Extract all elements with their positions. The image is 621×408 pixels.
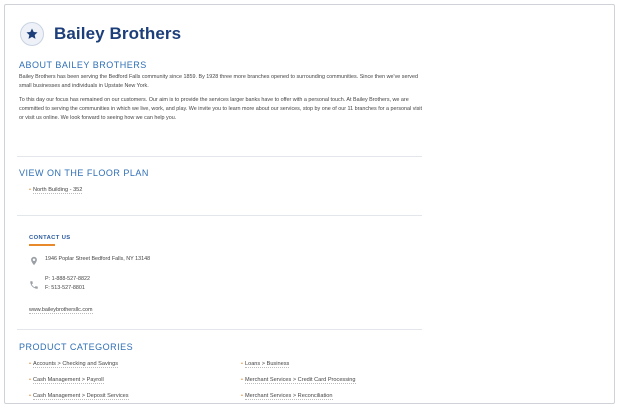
location-pin-icon	[29, 256, 39, 266]
website-link[interactable]: www.baileybrothersllc.com	[29, 307, 93, 314]
contact-title: CONTACT US	[29, 235, 71, 241]
phone-number[interactable]: P: 1-888-527-8822	[45, 275, 90, 284]
divider	[17, 156, 422, 157]
phone-row: P: 1-888-527-8822 F: 513-527-8801	[29, 275, 90, 293]
floor-plan-link[interactable]: • North Building - 352	[29, 186, 83, 195]
product-link[interactable]: • Cash Management > Deposit Services	[29, 392, 129, 401]
floor-plan-title: VIEW ON THE FLOOR PLAN	[19, 168, 149, 178]
fax-number: F: 513-527-8801	[45, 285, 85, 291]
company-name: Bailey Brothers	[54, 24, 182, 43]
product-link[interactable]: • Merchant Services > Reconciliation	[241, 392, 333, 401]
page-header: Bailey Brothers	[17, 19, 427, 49]
address-row: 1946 Poplar Street Bedford Falls, NY 131…	[29, 256, 150, 266]
logo-badge	[20, 22, 44, 46]
address-text: 1946 Poplar Street Bedford Falls, NY 131…	[45, 256, 151, 262]
product-link[interactable]: • Cash Management > Payroll	[29, 376, 104, 385]
star-icon	[26, 28, 38, 39]
product-categories-title: PRODUCT CATEGORIES	[19, 342, 134, 352]
divider	[17, 215, 422, 216]
phone-icon	[29, 280, 39, 290]
product-link[interactable]: • Accounts > Checking and Savings	[29, 360, 119, 369]
about-paragraph-2: To this day our focus has remained on ou…	[19, 97, 422, 121]
contact-title-underline	[29, 244, 55, 246]
about-title: ABOUT BAILEY BROTHERS	[19, 60, 147, 70]
profile-card: Bailey Brothers ABOUT BAILEY BROTHERS Ba…	[4, 4, 615, 404]
product-link[interactable]: • Loans > Business	[241, 360, 290, 369]
about-paragraph-1: Bailey Brothers has been serving the Bed…	[19, 74, 418, 89]
phone-fax: P: 1-888-527-8822 F: 513-527-8801	[45, 275, 90, 293]
divider	[17, 329, 422, 330]
product-link[interactable]: • Merchant Services > Credit Card Process…	[241, 376, 356, 385]
profile-content: Bailey Brothers ABOUT BAILEY BROTHERS Ba…	[17, 19, 427, 400]
